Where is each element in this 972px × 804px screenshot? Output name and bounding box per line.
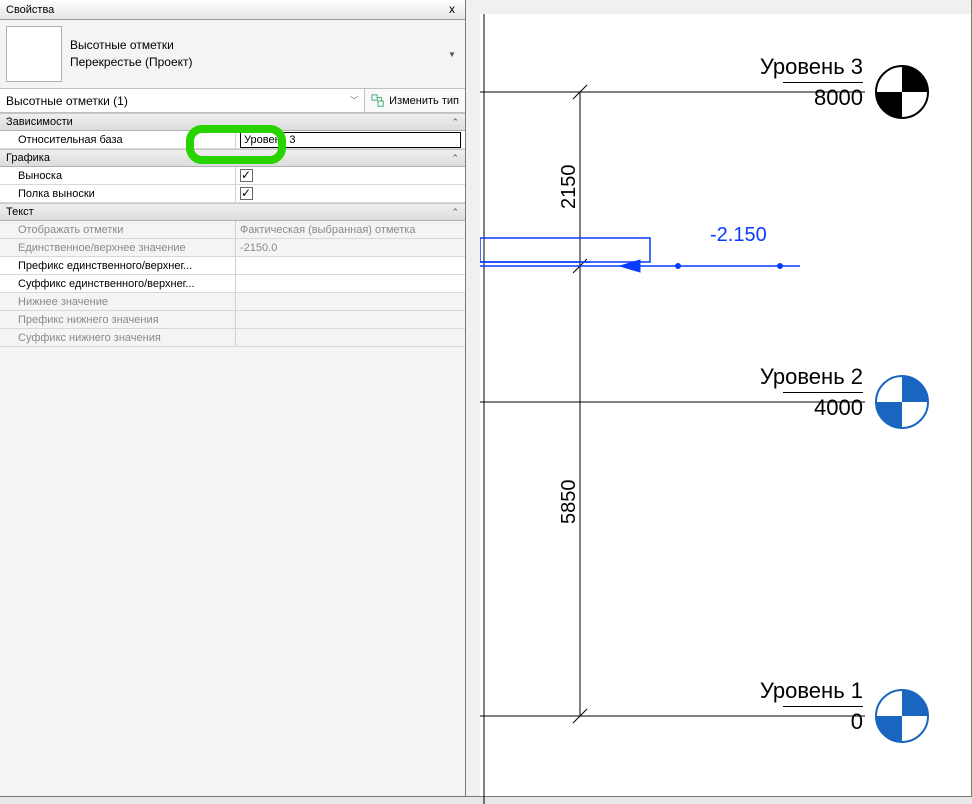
prop-label: Суффикс нижнего значения — [0, 329, 236, 346]
level-name: Уровень 1 — [760, 678, 863, 704]
level-label-1: Уровень 1 0 — [760, 678, 863, 735]
prop-label: Нижнее значение — [0, 293, 236, 310]
level-elevation: 0 — [783, 706, 863, 735]
prop-value[interactable] — [236, 275, 465, 292]
dimension-5850[interactable]: 5850 — [558, 480, 581, 525]
prop-row-suffix-low: Суффикс нижнего значения — [0, 329, 465, 347]
prop-value-cell[interactable] — [236, 185, 465, 202]
selection-filter-combo[interactable]: Высотные отметки (1) ﹀ — [0, 89, 365, 112]
prop-value[interactable] — [236, 257, 465, 274]
type-thumbnail — [6, 26, 62, 82]
prop-row-leader-shelf: Полка выноски — [0, 185, 465, 203]
edit-type-label: Изменить тип — [389, 95, 459, 107]
prop-row-suffix-top: Суффикс единственного/верхнег... — [0, 275, 465, 293]
relative-base-value: Уровень 3 — [244, 132, 296, 148]
prop-value — [236, 293, 465, 310]
prop-label: Отображать отметки — [0, 221, 236, 238]
prop-row-prefix-top: Префикс единственного/верхнег... — [0, 257, 465, 275]
type-selector-dropdown-icon[interactable]: ▼ — [445, 26, 459, 82]
level-elevation: 4000 — [783, 392, 863, 421]
collapse-icon: ⌃ — [451, 153, 459, 164]
collapse-icon: ⌃ — [451, 117, 459, 128]
prop-value: -2150.0 — [236, 239, 465, 256]
canvas-geometry — [480, 14, 972, 804]
prop-value-cell: Уровень 3 — [236, 131, 465, 148]
type-name: Перекрестье (Проект) — [70, 54, 445, 71]
group-title: Графика — [6, 152, 50, 164]
group-header-constraints[interactable]: Зависимости ⌃ — [0, 113, 465, 131]
panel-title-text: Свойства — [6, 4, 54, 16]
level-label-3: Уровень 3 8000 — [760, 54, 863, 111]
level-name: Уровень 2 — [760, 364, 863, 390]
prop-row-relative-base: Относительная база Уровень 3 — [0, 131, 465, 149]
prop-label: Суффикс единственного/верхнег... — [0, 275, 236, 292]
selection-filter-text: Высотные отметки (1) — [6, 94, 128, 108]
spot-elevation-value[interactable]: -2.150 — [710, 224, 767, 247]
collapse-icon: ⌃ — [451, 207, 459, 218]
properties-panel: Свойства x Высотные отметки Перекрестье … — [0, 0, 466, 797]
drawing-canvas[interactable]: Уровень 3 8000 Уровень 2 4000 Уровень 1 … — [480, 14, 971, 796]
prop-label: Выноска — [0, 167, 236, 184]
prop-row-leader: Выноска — [0, 167, 465, 185]
type-selector[interactable]: Высотные отметки Перекрестье (Проект) ▼ — [0, 20, 465, 89]
level-elevation: 8000 — [783, 82, 863, 111]
group-title: Зависимости — [6, 116, 73, 128]
prop-row-lower: Нижнее значение — [0, 293, 465, 311]
relative-base-dropdown[interactable]: Уровень 3 — [240, 132, 461, 148]
edit-type-icon — [371, 94, 385, 108]
prop-label: Полка выноски — [0, 185, 236, 202]
chevron-down-icon: ﹀ — [350, 95, 358, 106]
checkbox-leader[interactable] — [240, 169, 253, 182]
dimension-2150[interactable]: 2150 — [558, 165, 581, 210]
prop-row-single-top: Единственное/верхнее значение -2150.0 — [0, 239, 465, 257]
filter-row: Высотные отметки (1) ﹀ Изменить тип — [0, 89, 465, 113]
prop-row-prefix-low: Префикс нижнего значения — [0, 311, 465, 329]
prop-value — [236, 311, 465, 328]
checkbox-leader-shelf[interactable] — [240, 187, 253, 200]
prop-value — [236, 329, 465, 346]
prop-label: Префикс единственного/верхнег... — [0, 257, 236, 274]
level-name: Уровень 3 — [760, 54, 863, 80]
prop-value-cell[interactable] — [236, 167, 465, 184]
prop-label: Единственное/верхнее значение — [0, 239, 236, 256]
prop-row-display: Отображать отметки Фактическая (выбранна… — [0, 221, 465, 239]
prop-label: Префикс нижнего значения — [0, 311, 236, 328]
close-icon[interactable]: x — [445, 3, 459, 17]
group-header-text[interactable]: Текст ⌃ — [0, 203, 465, 221]
level-label-2: Уровень 2 4000 — [760, 364, 863, 421]
type-info: Высотные отметки Перекрестье (Проект) — [70, 37, 445, 72]
panel-titlebar: Свойства x — [0, 0, 465, 20]
edit-type-button[interactable]: Изменить тип — [365, 89, 465, 112]
family-name: Высотные отметки — [70, 37, 445, 54]
prop-label: Относительная база — [0, 131, 236, 148]
drawing-canvas-wrap: Уровень 3 8000 Уровень 2 4000 Уровень 1 … — [466, 0, 972, 797]
prop-value: Фактическая (выбранная) отметка — [236, 221, 465, 238]
group-title: Текст — [6, 206, 34, 218]
group-header-graphics[interactable]: Графика ⌃ — [0, 149, 465, 167]
